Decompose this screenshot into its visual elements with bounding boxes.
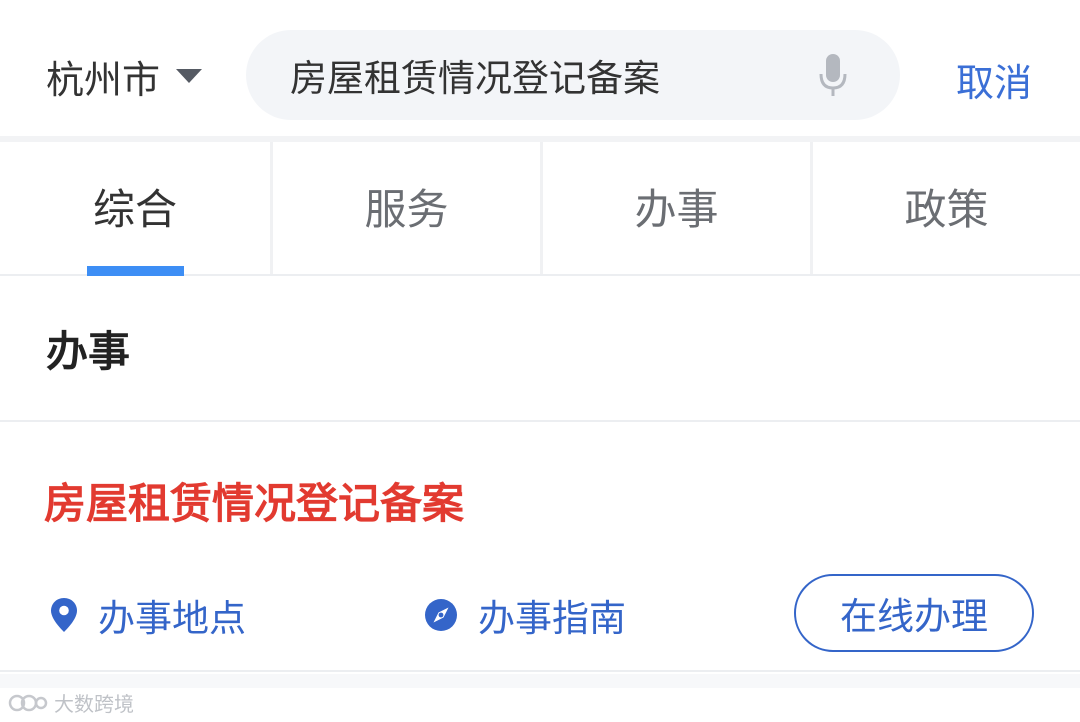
city-selector[interactable]: 杭州市 (46, 48, 203, 104)
search-input[interactable] (290, 30, 790, 120)
location-pin-icon (51, 598, 77, 632)
watermark-text: 大数跨境 (54, 692, 134, 716)
search-box[interactable] (246, 30, 900, 120)
tab-label: 综合 (92, 184, 177, 234)
tab-policy[interactable]: 政策 (810, 142, 1080, 274)
caret-down-icon (176, 69, 203, 83)
result-card[interactable]: 房屋租赁情况登记备案 办事地点 办事指南 在线办理 (0, 424, 1080, 672)
online-apply-button[interactable]: 在线办理 (794, 574, 1034, 652)
watermark-logo-icon (8, 694, 48, 711)
tab-label: 办事 (634, 184, 719, 234)
active-tab-indicator (87, 266, 184, 276)
result-title[interactable]: 房屋租赁情况登记备案 (44, 470, 464, 531)
divider (0, 674, 1080, 688)
cancel-button[interactable]: 取消 (956, 52, 1032, 107)
tab-affairs[interactable]: 办事 (540, 142, 810, 274)
tab-comprehensive[interactable]: 综合 (0, 142, 270, 276)
section-title: 办事 (46, 327, 131, 376)
watermark: 大数跨境 (8, 688, 134, 717)
place-link[interactable]: 办事地点 (50, 588, 246, 642)
compass-icon (425, 599, 457, 631)
guide-link[interactable]: 办事指南 (424, 588, 626, 642)
microphone-icon[interactable] (816, 52, 850, 100)
tab-services[interactable]: 服务 (270, 142, 540, 274)
city-label: 杭州市 (46, 57, 161, 102)
guide-label: 办事指南 (478, 597, 626, 640)
top-bar: 杭州市 取消 (0, 0, 1080, 138)
place-label: 办事地点 (98, 597, 246, 640)
tab-label: 政策 (904, 184, 989, 234)
tab-bar: 综合 服务 办事 政策 (0, 142, 1080, 276)
tab-label: 服务 (364, 184, 449, 234)
section-header: 办事 (0, 278, 1080, 422)
